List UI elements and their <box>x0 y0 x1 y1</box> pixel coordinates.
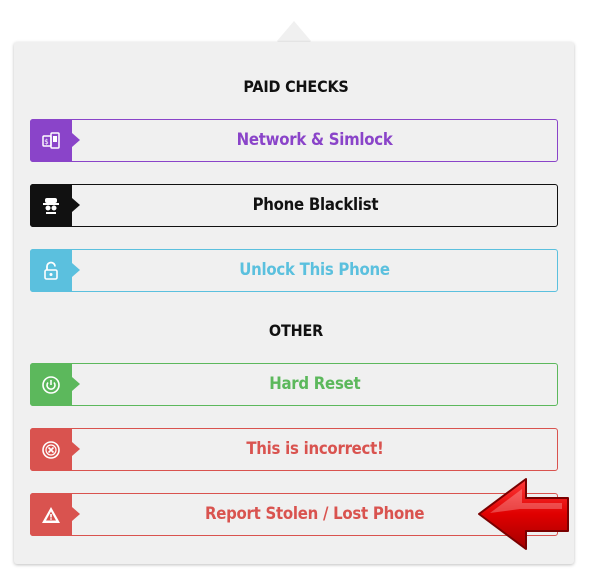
svg-text:$: $ <box>44 138 48 146</box>
other-heading: OTHER <box>268 321 324 340</box>
unlock-padlock-icon <box>30 249 80 292</box>
paid-checks-heading: PAID CHECKS <box>243 77 349 96</box>
network-simlock-button[interactable]: $ Network & Simlock <box>30 119 558 162</box>
phone-blacklist-button[interactable]: Phone Blacklist <box>30 184 558 227</box>
warning-triangle-icon <box>30 493 80 536</box>
hard-reset-button[interactable]: Hard Reset <box>30 363 558 406</box>
blacklist-spy-icon <box>30 184 80 227</box>
this-is-incorrect-button[interactable]: This is incorrect! <box>30 428 558 471</box>
unlock-phone-label: Unlock This Phone <box>239 260 391 280</box>
phone-blacklist-label: Phone Blacklist <box>252 195 378 215</box>
power-reset-icon <box>30 363 80 406</box>
sim-card-icon: $ <box>30 119 80 162</box>
network-simlock-label: Network & Simlock <box>237 130 393 150</box>
hard-reset-label: Hard Reset <box>269 374 361 394</box>
unlock-phone-button[interactable]: Unlock This Phone <box>30 249 558 292</box>
this-is-incorrect-label: This is incorrect! <box>246 439 384 459</box>
dropdown-caret <box>277 22 311 42</box>
red-arrow-pointer-icon <box>478 478 569 550</box>
error-x-circle-icon <box>30 428 80 471</box>
